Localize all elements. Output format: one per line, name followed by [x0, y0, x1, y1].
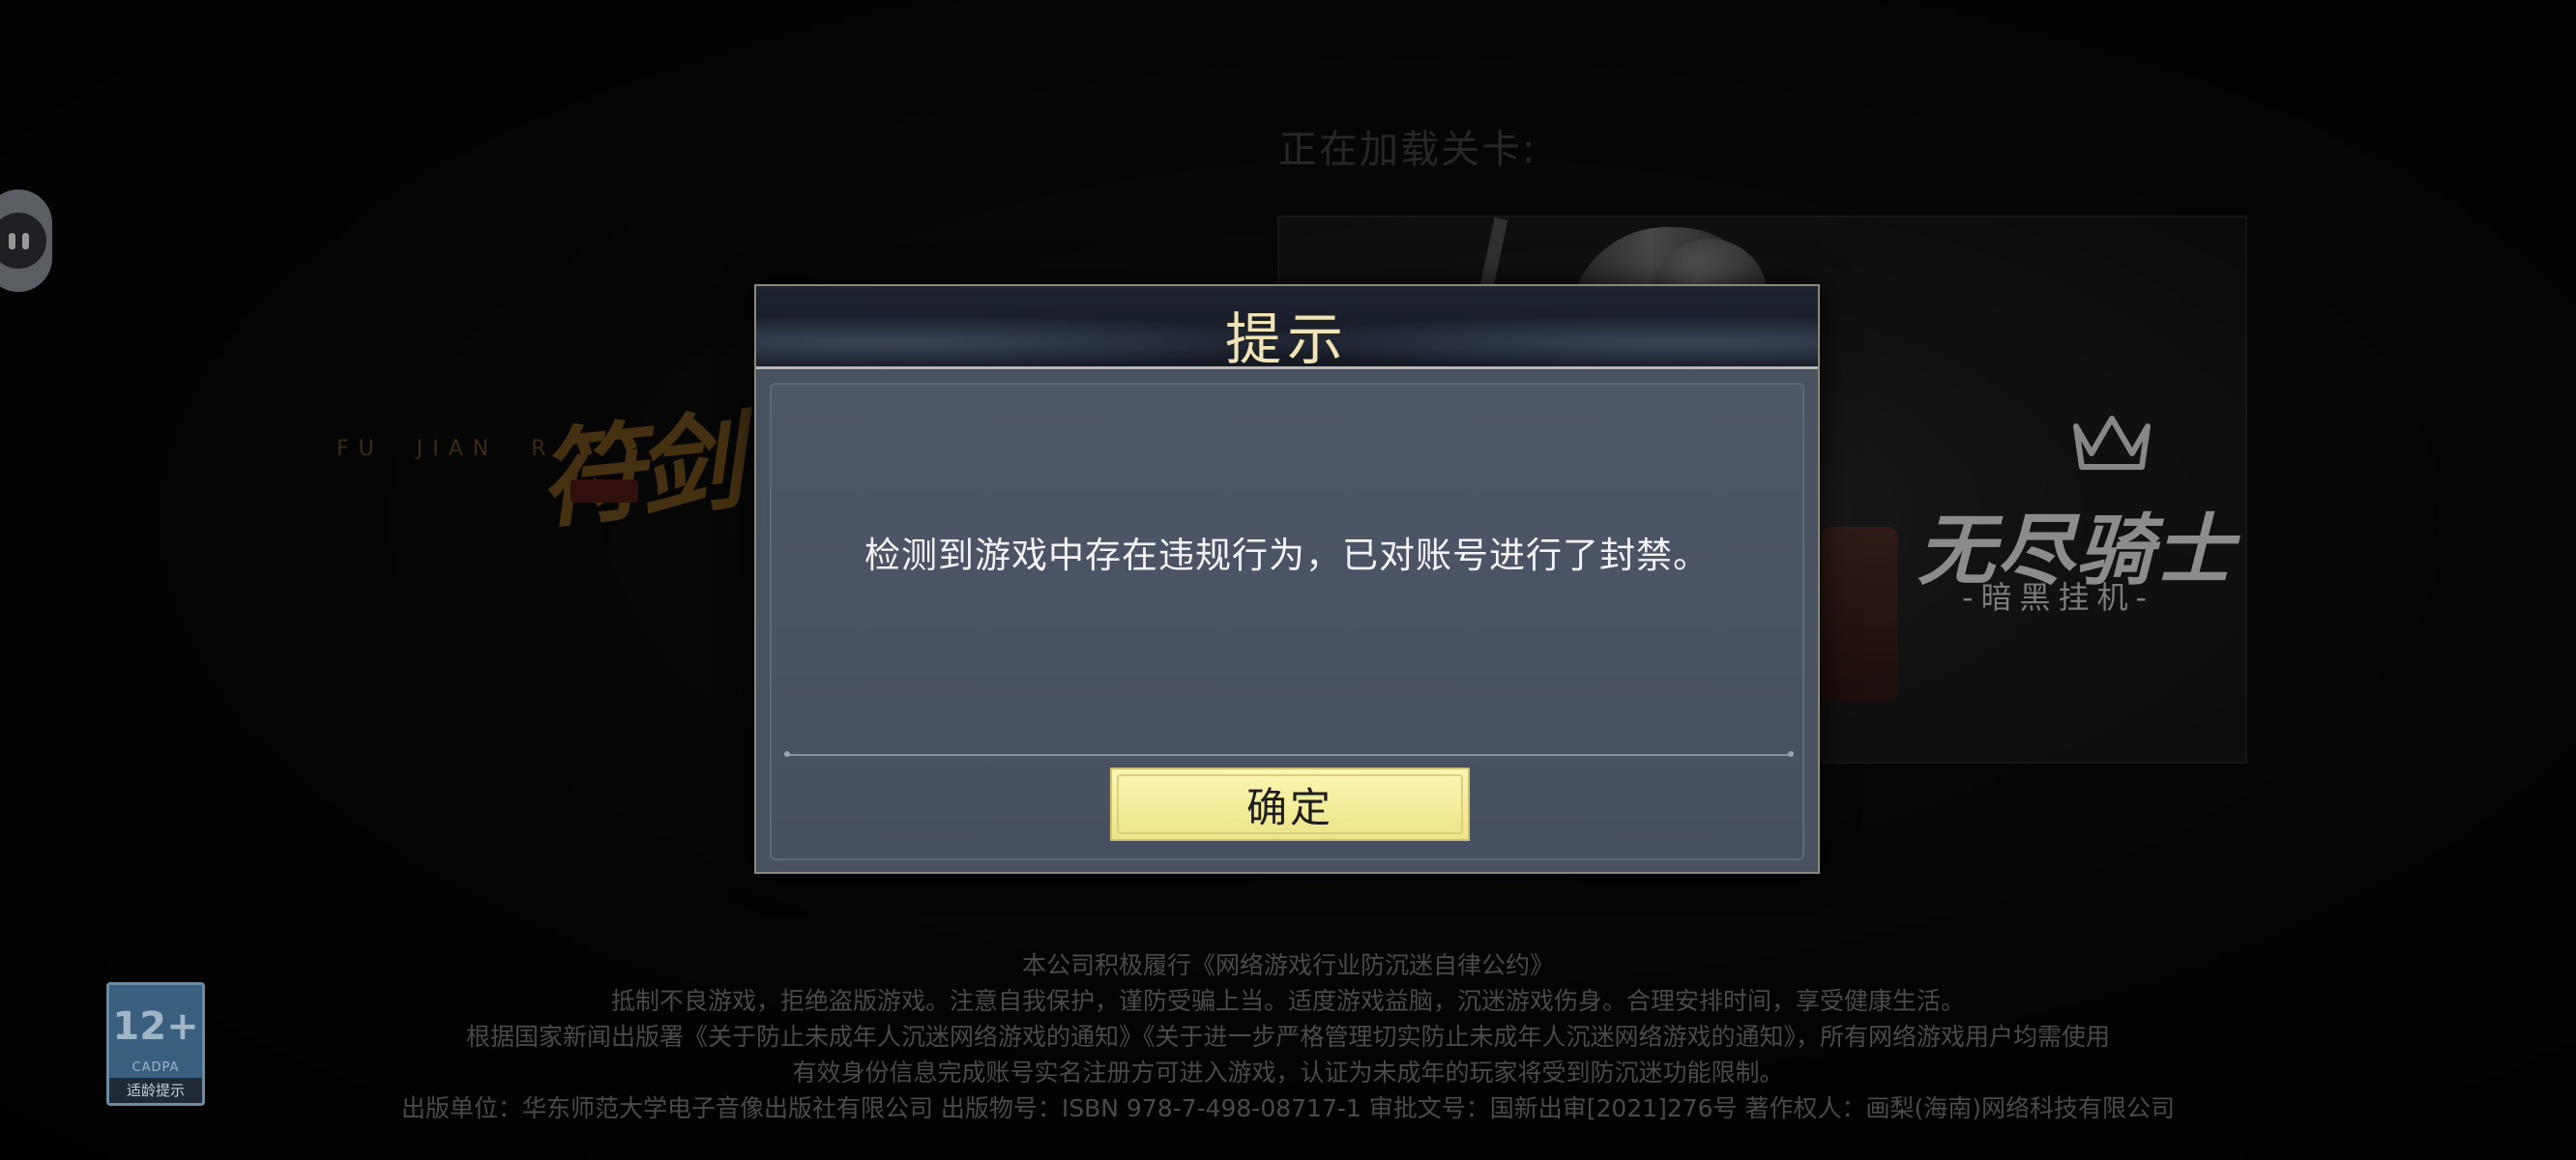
notice-line: 本公司积极履行《网络游戏行业防沉迷自律公约》: [1021, 951, 1554, 979]
dialog-message: 检测到游戏中存在违规行为，已对账号进行了封禁。: [864, 535, 1710, 576]
confirm-button-label: 确定: [1245, 783, 1333, 831]
publisher-info-line: 出版单位：华东师范大学电子音像出版社有限公司 出版物号：ISBN 978-7-4…: [400, 1094, 2176, 1122]
notice-line: 抵制不良游戏，拒绝盗版游戏。注意自我保护，谨防受骗上当。适度游戏益脑，沉迷游戏伤…: [610, 987, 1965, 1015]
game-loading-screen: FU JIAN R 符剑 正在加载关卡: 无尽骑士 -暗黑挂机- 提示 检测到游…: [0, 0, 2576, 1160]
confirm-button[interactable]: 确定: [1110, 768, 1470, 841]
anti-addiction-notice: 本公司积极履行《网络游戏行业防沉迷自律公约》 抵制不良游戏，拒绝盗版游戏。注意自…: [0, 947, 2576, 1126]
dialog-divider: [784, 751, 1794, 757]
notice-dialog: 提示 检测到游戏中存在违规行为，已对账号进行了封禁。 确定: [754, 284, 1820, 874]
notice-line: 有效身份信息完成账号实名注册方可进入游戏，认证为未成年的玩家将受到防沉迷功能限制…: [792, 1058, 1784, 1087]
dialog-title: 提示: [1224, 306, 1349, 372]
dialog-header: 提示: [756, 286, 1818, 372]
notice-line: 根据国家新闻出版署《关于防止未成年人沉迷网络游戏的通知》《关于进一步严格管理切实…: [465, 1023, 2110, 1051]
